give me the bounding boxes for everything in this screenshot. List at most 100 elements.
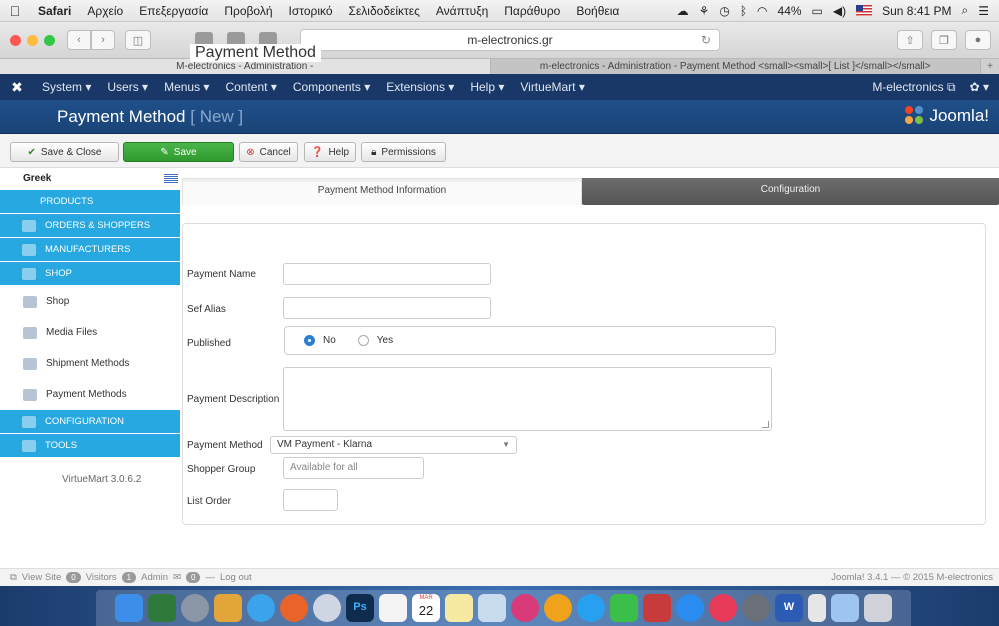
sidebar-item-configuration[interactable]: CONFIGURATION xyxy=(0,410,180,434)
sidebar-item-shop-section[interactable]: SHOP xyxy=(0,262,180,286)
share-icon[interactable]: ⇧ xyxy=(897,30,923,50)
tabs-overview-icon[interactable]: ❐ xyxy=(931,30,957,50)
system-preferences-icon[interactable] xyxy=(742,594,770,622)
word-icon[interactable]: W xyxy=(775,594,803,622)
zoom-window-icon[interactable] xyxy=(44,34,55,46)
finder-icon[interactable] xyxy=(115,594,143,622)
safari-icon[interactable] xyxy=(247,594,275,622)
nav-extensions[interactable]: Extensions ▾ xyxy=(378,80,462,94)
published-yes-option[interactable]: Yes xyxy=(357,335,393,346)
notification-center-icon[interactable]: ☰ xyxy=(978,4,989,18)
nav-menus[interactable]: Menus ▾ xyxy=(156,80,217,94)
logout-link[interactable]: Log out xyxy=(220,572,252,583)
photos-icon[interactable] xyxy=(511,594,539,622)
menu-file[interactable]: Αρχείο xyxy=(79,4,131,18)
minimize-window-icon[interactable] xyxy=(27,34,38,46)
messages-icon[interactable] xyxy=(577,594,605,622)
menu-bookmarks[interactable]: Σελιδοδείκτες xyxy=(341,4,428,18)
cloud-icon[interactable]: ☁ xyxy=(677,4,689,18)
menu-develop[interactable]: Ανάπτυξη xyxy=(428,4,496,18)
browser-tab-2[interactable]: m-electronics - Administration - Payment… xyxy=(490,59,981,74)
nav-system[interactable]: System ▾ xyxy=(34,80,99,94)
nav-virtuemart[interactable]: VirtueMart ▾ xyxy=(512,80,593,94)
clock[interactable]: Sun 8:41 PM xyxy=(882,4,951,18)
downloads-icon[interactable]: ● xyxy=(965,30,991,50)
payment-name-input[interactable] xyxy=(283,263,491,285)
calendar-icon[interactable]: MAR 22 xyxy=(412,594,440,622)
joomla-x-icon[interactable]: ✖ xyxy=(0,79,34,96)
menu-safari[interactable]: Safari xyxy=(30,4,79,18)
sidebar-item-payment-methods[interactable]: Payment Methods xyxy=(0,379,180,410)
battery-percent[interactable]: 44% xyxy=(778,4,802,18)
back-button[interactable]: ‹ xyxy=(67,30,91,50)
input-source-flag-icon[interactable] xyxy=(856,5,873,16)
sidebar-item-shop[interactable]: Shop xyxy=(0,286,180,317)
list-order-input[interactable] xyxy=(283,489,338,511)
nav-content[interactable]: Content ▾ xyxy=(217,80,284,94)
stickies-icon[interactable] xyxy=(445,594,473,622)
menu-window[interactable]: Παράθυρο xyxy=(496,4,568,18)
trash-icon[interactable] xyxy=(864,594,892,622)
firefox-icon[interactable] xyxy=(280,594,308,622)
time-machine-icon[interactable]: ◷ xyxy=(719,4,729,18)
apple-icon[interactable]:  xyxy=(0,3,30,19)
reminders-icon[interactable] xyxy=(379,594,407,622)
help-button[interactable]: ❓ Help xyxy=(304,142,356,162)
menu-help[interactable]: Βοήθεια xyxy=(568,4,627,18)
reload-icon[interactable]: ↻ xyxy=(701,30,711,50)
published-yes-radio[interactable] xyxy=(357,335,369,346)
nav-components[interactable]: Components ▾ xyxy=(285,80,378,94)
dropbox-icon[interactable]: ⚘ xyxy=(699,4,710,18)
downloads-stack-icon[interactable] xyxy=(831,594,859,622)
volume-icon[interactable]: ◀) xyxy=(833,4,846,18)
sidebar-item-shipment-methods[interactable]: Shipment Methods xyxy=(0,348,180,379)
sidebar-item-media-files[interactable]: Media Files xyxy=(0,317,180,348)
app-store-icon[interactable] xyxy=(676,594,704,622)
tab-configuration[interactable]: Configuration xyxy=(582,178,999,205)
sidebar-item-tools[interactable]: TOOLS xyxy=(0,434,180,458)
ibooks-icon[interactable] xyxy=(544,594,572,622)
battery-icon[interactable]: ▭ xyxy=(812,4,823,18)
new-tab-button[interactable]: + xyxy=(981,59,999,74)
menu-edit[interactable]: Επεξεργασία xyxy=(131,4,216,18)
tab-payment-method-information[interactable]: Payment Method Information xyxy=(182,178,582,205)
photo-booth-icon[interactable] xyxy=(643,594,671,622)
zip-file-icon[interactable] xyxy=(808,594,826,622)
save-button[interactable]: ✎ Save xyxy=(123,142,234,162)
bluetooth-icon[interactable]: ᛒ xyxy=(740,4,747,18)
sef-alias-input[interactable] xyxy=(283,297,491,319)
wifi-icon[interactable]: ◠ xyxy=(757,4,767,18)
nav-users[interactable]: Users ▾ xyxy=(99,80,156,94)
view-site-link[interactable]: View Site xyxy=(22,572,61,583)
spotlight-icon[interactable]: ⌕ xyxy=(962,3,969,18)
save-close-button[interactable]: ✔ Save & Close xyxy=(10,142,119,162)
shopper-group-input[interactable]: Available for all xyxy=(283,457,424,479)
sidebar-item-orders-shoppers[interactable]: ORDERS & SHOPPERS xyxy=(0,214,180,238)
payment-method-select[interactable]: VM Payment - Klarna ▼ xyxy=(270,436,517,454)
messages-count[interactable]: 0 xyxy=(186,572,201,583)
sidebar-toggle-button[interactable]: ◫ xyxy=(125,30,151,50)
menu-history[interactable]: Ιστορικό xyxy=(281,4,341,18)
nav-help[interactable]: Help ▾ xyxy=(462,80,512,94)
itunes-icon[interactable] xyxy=(709,594,737,622)
published-no-option[interactable]: No xyxy=(304,335,336,346)
notes-app-icon[interactable] xyxy=(214,594,242,622)
address-bar[interactable]: m-electronics.gr ↻ xyxy=(300,29,720,51)
settings-gear-icon[interactable]: ✿ ▾ xyxy=(970,80,989,94)
cancel-button[interactable]: ⊗ Cancel xyxy=(239,142,298,162)
sidebar-item-manufacturers[interactable]: MANUFACTURERS xyxy=(0,238,180,262)
facetime-icon[interactable] xyxy=(610,594,638,622)
published-no-radio[interactable] xyxy=(304,335,315,346)
sidebar-item-products[interactable]: PRODUCTS xyxy=(0,190,180,214)
preview-icon[interactable] xyxy=(478,594,506,622)
dashboard-icon[interactable] xyxy=(148,594,176,622)
mail-icon[interactable] xyxy=(313,594,341,622)
launchpad-icon[interactable] xyxy=(181,594,209,622)
permissions-button[interactable]: 🔒︎ Permissions xyxy=(361,142,446,162)
close-window-icon[interactable] xyxy=(10,34,21,46)
site-link[interactable]: M-electronics ⧉ xyxy=(872,80,955,95)
payment-description-textarea[interactable] xyxy=(283,367,772,431)
menu-view[interactable]: Προβολή xyxy=(216,4,280,18)
photoshop-icon[interactable]: Ps xyxy=(346,594,374,622)
forward-button[interactable]: › xyxy=(91,30,115,50)
